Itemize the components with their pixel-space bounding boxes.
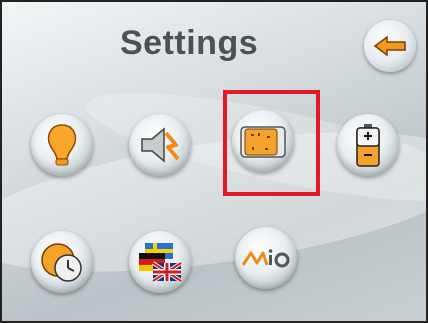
arrow-left-icon: [373, 35, 407, 57]
selection-highlight: [223, 90, 320, 196]
speaker-icon: [136, 123, 184, 167]
date-time-button[interactable]: [31, 231, 93, 293]
battery-icon: [353, 122, 383, 168]
clock-globe-icon: [38, 238, 86, 286]
mio-logo-icon: [241, 245, 291, 271]
light-bulb-icon: [40, 121, 84, 169]
settings-screen: Settings: [0, 0, 428, 323]
flags-icon: [135, 239, 185, 285]
language-button[interactable]: [129, 231, 191, 293]
volume-button[interactable]: [129, 114, 191, 176]
power-button[interactable]: [337, 114, 399, 176]
back-button[interactable]: [364, 20, 416, 72]
page-title: Settings: [120, 24, 259, 62]
about-button[interactable]: [235, 227, 297, 289]
backlight-button[interactable]: [31, 114, 93, 176]
